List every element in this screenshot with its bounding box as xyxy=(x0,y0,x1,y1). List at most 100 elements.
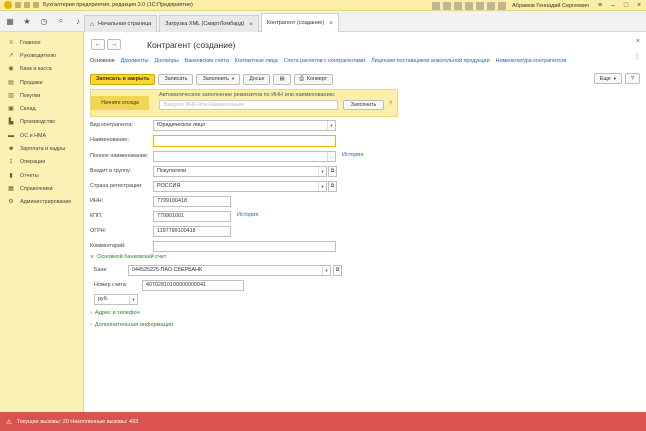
tab-licenses[interactable]: Лицензии поставщиков алкогольной продукц… xyxy=(371,58,489,64)
sidebar-item-purchases[interactable]: ▥ Покупки xyxy=(0,89,83,102)
back-button[interactable]: ← xyxy=(91,39,105,50)
sidebar-item-salary[interactable]: ☻ Зарплата и кадры xyxy=(0,142,83,155)
save-button[interactable]: Записать xyxy=(158,73,194,85)
tab-contracts[interactable]: Договоры xyxy=(155,58,179,64)
operations-icon: ⁒ xyxy=(9,159,13,166)
app-logo-icon xyxy=(4,1,12,9)
sidebar-item-production[interactable]: ▙ Производство xyxy=(0,116,83,129)
tab-contacts[interactable]: Контактные лица xyxy=(235,58,278,64)
forward-button[interactable]: → xyxy=(107,39,121,50)
comment-label: Комментарий: xyxy=(90,243,126,249)
sidebar-item-operations[interactable]: ⁒ Операции xyxy=(0,156,83,169)
sidebar-item-bank[interactable]: ◉ Банк и касса xyxy=(0,63,83,76)
envelope-button[interactable]: ⎙ Конверт xyxy=(293,73,334,85)
sidebar-item-catalogs[interactable]: ▦ Справочники xyxy=(0,182,83,195)
search-icon[interactable] xyxy=(487,1,496,10)
calculator-icon[interactable] xyxy=(465,1,474,10)
close-icon[interactable]: × xyxy=(249,21,253,28)
tab-documents[interactable]: Документы xyxy=(121,58,149,64)
user-name[interactable]: Абрамов Геннадий Сергеевич xyxy=(512,3,589,9)
inn-input[interactable]: 7799100418 xyxy=(153,196,231,207)
fullname-row: Полное наименование: … История xyxy=(90,151,640,162)
open-link-icon[interactable]: ⧉ xyxy=(328,166,337,177)
history-link[interactable]: История xyxy=(342,152,363,158)
calendar-icon[interactable] xyxy=(476,1,485,10)
kind-select[interactable]: Юридическое лицо ▾ xyxy=(153,120,336,131)
comment-input[interactable] xyxy=(153,241,336,252)
forward-icon[interactable] xyxy=(24,2,30,8)
help-button[interactable]: ? xyxy=(625,73,640,84)
sidebar-item-assets[interactable]: ▬ ОС и НМА xyxy=(0,129,83,142)
history-clock-icon[interactable]: ◷ xyxy=(37,14,51,28)
more-button[interactable]: Еще ▾ xyxy=(593,73,622,84)
bank-select[interactable]: 044525225 ПАО СБЕРБАНК ▾ xyxy=(128,265,331,276)
more-vertical-icon[interactable]: ⋮ xyxy=(634,53,640,60)
minimize-button[interactable]: – xyxy=(608,1,618,10)
autofill-button[interactable]: Заполнить xyxy=(343,100,384,110)
name-input[interactable] xyxy=(153,135,336,147)
star-icon[interactable]: ★ xyxy=(20,14,34,28)
currency-select[interactable]: руб. ▾ xyxy=(94,294,138,305)
factory-icon: ▙ xyxy=(8,119,14,126)
close-form-icon[interactable]: × xyxy=(636,38,640,45)
fill-dropdown-button[interactable]: Заполнить ▾ xyxy=(196,73,241,85)
info-icon[interactable] xyxy=(498,1,507,10)
sidebar: ≡ Главное ↗ Руководителю ◉ Банк и касса ▤ Пр… xyxy=(0,32,84,412)
sidebar-item-main[interactable]: ≡ Главное xyxy=(0,36,83,49)
kpp-history-link[interactable]: История xyxy=(237,212,258,218)
chevron-down-icon[interactable]: ▾ xyxy=(318,182,326,191)
tab-settlement-accounts[interactable]: Счета расчетов с контрагентами xyxy=(284,58,365,64)
tab-home[interactable]: ⌂ Начальная страница xyxy=(84,15,158,32)
form-tabs: Основное Документы Договоры Банковские с… xyxy=(90,58,572,64)
menu-icon[interactable] xyxy=(33,2,39,8)
inn-label: ИНН: xyxy=(90,198,104,204)
sidebar-item-sales[interactable]: ▤ Продажи xyxy=(0,76,83,89)
bank-section-toggle[interactable]: ∨ Основной банковский счет xyxy=(90,254,166,260)
chevron-down-icon[interactable]: ▾ xyxy=(327,121,335,130)
group-select[interactable]: Покупатели ▾ xyxy=(153,166,327,177)
inn-search-input[interactable]: Введите ИНН или Наименование xyxy=(159,100,338,110)
ellipsis-icon[interactable]: … xyxy=(327,152,335,161)
address-section-toggle[interactable]: › Адрес и телефон xyxy=(90,310,140,316)
account-label: Номер счета: xyxy=(94,282,128,288)
tab-counterparty[interactable]: Контрагент (создание) × xyxy=(260,13,339,32)
asset-icon: ▬ xyxy=(8,132,14,139)
sidebar-item-manager[interactable]: ↗ Руководителю xyxy=(0,49,83,62)
bell-icon[interactable]: ♪ xyxy=(71,14,85,28)
kpp-input[interactable]: 779901001 xyxy=(153,211,231,222)
chevron-down-icon[interactable]: ▾ xyxy=(322,266,330,275)
close-icon[interactable]: × xyxy=(329,20,333,27)
back-icon[interactable] xyxy=(15,2,21,8)
favorites-icon[interactable] xyxy=(454,1,463,10)
save-close-button[interactable]: Записать и закрыть xyxy=(90,73,156,85)
open-link-icon[interactable]: ⧉ xyxy=(328,181,337,192)
open-link-icon[interactable]: ⧉ xyxy=(333,265,342,276)
history-icon[interactable] xyxy=(443,1,452,10)
chevron-down-icon[interactable]: ▾ xyxy=(129,295,137,304)
list-view-button[interactable]: ▤ xyxy=(273,73,291,85)
inn-row: ИНН: 7799100418 xyxy=(90,196,640,207)
tab-bank-accounts[interactable]: Банковские счета xyxy=(185,58,229,64)
fullname-input[interactable]: … xyxy=(153,151,336,162)
sidebar-item-reports[interactable]: ▮ Отчеты xyxy=(0,169,83,182)
account-input[interactable]: 40702810100000000041 xyxy=(142,280,244,291)
autofill-help-icon[interactable]: ? xyxy=(389,101,392,107)
country-row: Страна регистрации: РОССИЯ ▾ ⧉ xyxy=(90,181,640,192)
sidebar-item-warehouse[interactable]: ▣ Склад xyxy=(0,102,83,115)
settings-icon[interactable]: ≡ xyxy=(595,1,605,10)
close-window-button[interactable]: × xyxy=(634,1,644,10)
chevron-down-icon[interactable]: ▾ xyxy=(318,167,326,176)
search-icon[interactable]: ⌕ xyxy=(54,14,68,28)
extra-section-toggle[interactable]: › Дополнительная информация xyxy=(90,322,173,328)
country-select[interactable]: РОССИЯ ▾ xyxy=(153,181,327,192)
ogrn-input[interactable]: 1197799100418 xyxy=(153,226,231,237)
dossier-button[interactable]: Досье xyxy=(243,73,271,85)
tab-xml-import[interactable]: Загрузка XML (СмартЛомбард) × xyxy=(159,15,259,32)
tab-nomenclature[interactable]: Номенклатура контрагентов xyxy=(496,58,567,64)
grid-menu-icon[interactable]: ▦ xyxy=(3,14,17,28)
notifications-icon[interactable] xyxy=(432,1,441,10)
tab-main[interactable]: Основное xyxy=(90,58,115,64)
start-here-badge: Начните отсюда xyxy=(91,96,149,110)
maximize-button[interactable]: □ xyxy=(621,1,631,10)
sidebar-item-admin[interactable]: ⚙ Администрирование xyxy=(0,196,83,209)
